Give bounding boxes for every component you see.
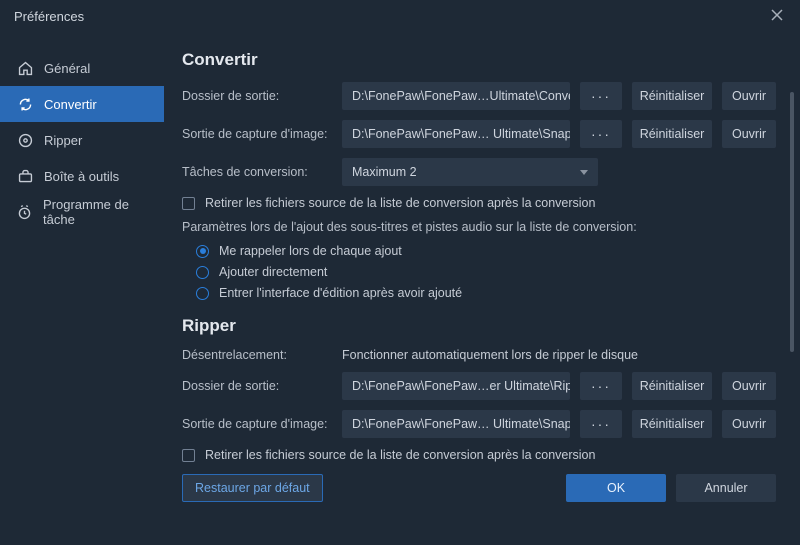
close-button[interactable] — [768, 7, 786, 25]
radio-remind[interactable]: Me rappeler lors de chaque ajout — [196, 244, 776, 258]
sidebar-item-label: Général — [44, 61, 90, 76]
sidebar-item-scheduler[interactable]: Programme de tâche — [0, 194, 164, 230]
label-ripper-deinterlace: Désentrelacement: — [182, 348, 332, 362]
toolbox-icon — [16, 167, 34, 185]
section-convert-heading: Convertir — [182, 50, 776, 70]
select-value: Maximum 2 — [352, 165, 417, 179]
row-ripper-output: Dossier de sortie: D:\FonePaw\FonePaw…er… — [182, 372, 776, 400]
footer-buttons: Restaurer par défaut OK Annuler — [182, 474, 776, 516]
open-convert-output[interactable]: Ouvrir — [722, 82, 776, 110]
row-convert-tasks: Tâches de conversion: Maximum 2 — [182, 158, 776, 186]
checkbox-label: Retirer les fichiers source de la liste … — [205, 196, 595, 210]
browse-convert-output[interactable]: ··· — [580, 82, 622, 110]
checkbox-remove-source-ripper[interactable] — [182, 449, 195, 462]
row-convert-snapshot: Sortie de capture d'image: D:\FonePaw\Fo… — [182, 120, 776, 148]
sidebar-item-label: Convertir — [44, 97, 97, 112]
clock-icon — [16, 203, 33, 221]
sidebar-item-label: Boîte à outils — [44, 169, 119, 184]
preferences-window: Préférences Général Convertir — [0, 0, 800, 545]
row-convert-checkbox: Retirer les fichiers source de la liste … — [182, 196, 776, 210]
checkbox-label: Retirer les fichiers source de la liste … — [205, 448, 595, 462]
chevron-down-icon — [580, 170, 588, 175]
radio-icon-off — [196, 287, 209, 300]
radio-enter-editor[interactable]: Entrer l'interface d'édition après avoir… — [196, 286, 776, 300]
sidebar-item-label: Ripper — [44, 133, 82, 148]
value-ripper-deinterlace: Fonctionner automatiquement lors de ripp… — [342, 348, 776, 362]
browse-ripper-snapshot[interactable]: ··· — [580, 410, 622, 438]
restore-defaults-button[interactable]: Restaurer par défaut — [182, 474, 323, 502]
open-ripper-snapshot[interactable]: Ouvrir — [722, 410, 776, 438]
input-ripper-snapshot[interactable]: D:\FonePaw\FonePaw… Ultimate\Snapshot — [342, 410, 570, 438]
checkbox-remove-source-convert[interactable] — [182, 197, 195, 210]
input-ripper-output[interactable]: D:\FonePaw\FonePaw…er Ultimate\Ripper — [342, 372, 570, 400]
scrollbar[interactable] — [790, 92, 794, 352]
radio-label: Entrer l'interface d'édition après avoir… — [219, 286, 462, 300]
label-convert-snapshot: Sortie de capture d'image: — [182, 127, 332, 141]
titlebar: Préférences — [0, 0, 800, 32]
disc-icon — [16, 131, 34, 149]
radio-add-direct[interactable]: Ajouter directement — [196, 265, 776, 279]
sidebar-item-label: Programme de tâche — [43, 197, 148, 227]
radio-icon-on — [196, 245, 209, 258]
sidebar-item-convert[interactable]: Convertir — [0, 86, 164, 122]
row-ripper-checkbox: Retirer les fichiers source de la liste … — [182, 448, 776, 462]
refresh-icon — [16, 95, 34, 113]
browse-convert-snapshot[interactable]: ··· — [580, 120, 622, 148]
radio-label: Ajouter directement — [219, 265, 327, 279]
home-icon — [16, 59, 34, 77]
sidebar: Général Convertir Ripper Boîte à outils — [0, 32, 164, 545]
row-ripper-deinterlace: Désentrelacement: Fonctionner automatiqu… — [182, 348, 776, 362]
body: Général Convertir Ripper Boîte à outils — [0, 32, 800, 545]
open-convert-snapshot[interactable]: Ouvrir — [722, 120, 776, 148]
cancel-button[interactable]: Annuler — [676, 474, 776, 502]
subtitle-params-label: Paramètres lors de l'ajout des sous-titr… — [182, 220, 776, 234]
reset-ripper-output[interactable]: Réinitialiser — [632, 372, 712, 400]
label-ripper-snapshot: Sortie de capture d'image: — [182, 417, 332, 431]
close-icon — [770, 8, 784, 25]
open-ripper-output[interactable]: Ouvrir — [722, 372, 776, 400]
select-convert-tasks[interactable]: Maximum 2 — [342, 158, 598, 186]
reset-convert-snapshot[interactable]: Réinitialiser — [632, 120, 712, 148]
radio-icon-off — [196, 266, 209, 279]
content: Convertir Dossier de sortie: D:\FonePaw\… — [164, 32, 800, 545]
input-convert-snapshot[interactable]: D:\FonePaw\FonePaw… Ultimate\Snapshot — [342, 120, 570, 148]
sidebar-item-toolbox[interactable]: Boîte à outils — [0, 158, 164, 194]
browse-ripper-output[interactable]: ··· — [580, 372, 622, 400]
sidebar-item-general[interactable]: Général — [0, 50, 164, 86]
label-convert-output: Dossier de sortie: — [182, 89, 332, 103]
reset-ripper-snapshot[interactable]: Réinitialiser — [632, 410, 712, 438]
window-title: Préférences — [14, 9, 84, 24]
row-convert-output: Dossier de sortie: D:\FonePaw\FonePaw…Ul… — [182, 82, 776, 110]
input-convert-output[interactable]: D:\FonePaw\FonePaw…Ultimate\Converted — [342, 82, 570, 110]
label-convert-tasks: Tâches de conversion: — [182, 165, 332, 179]
radio-label: Me rappeler lors de chaque ajout — [219, 244, 402, 258]
ok-button[interactable]: OK — [566, 474, 666, 502]
sidebar-item-ripper[interactable]: Ripper — [0, 122, 164, 158]
section-ripper-heading: Ripper — [182, 316, 776, 336]
label-ripper-output: Dossier de sortie: — [182, 379, 332, 393]
reset-convert-output[interactable]: Réinitialiser — [632, 82, 712, 110]
row-ripper-snapshot: Sortie de capture d'image: D:\FonePaw\Fo… — [182, 410, 776, 438]
content-wrap: Convertir Dossier de sortie: D:\FonePaw\… — [164, 32, 800, 545]
